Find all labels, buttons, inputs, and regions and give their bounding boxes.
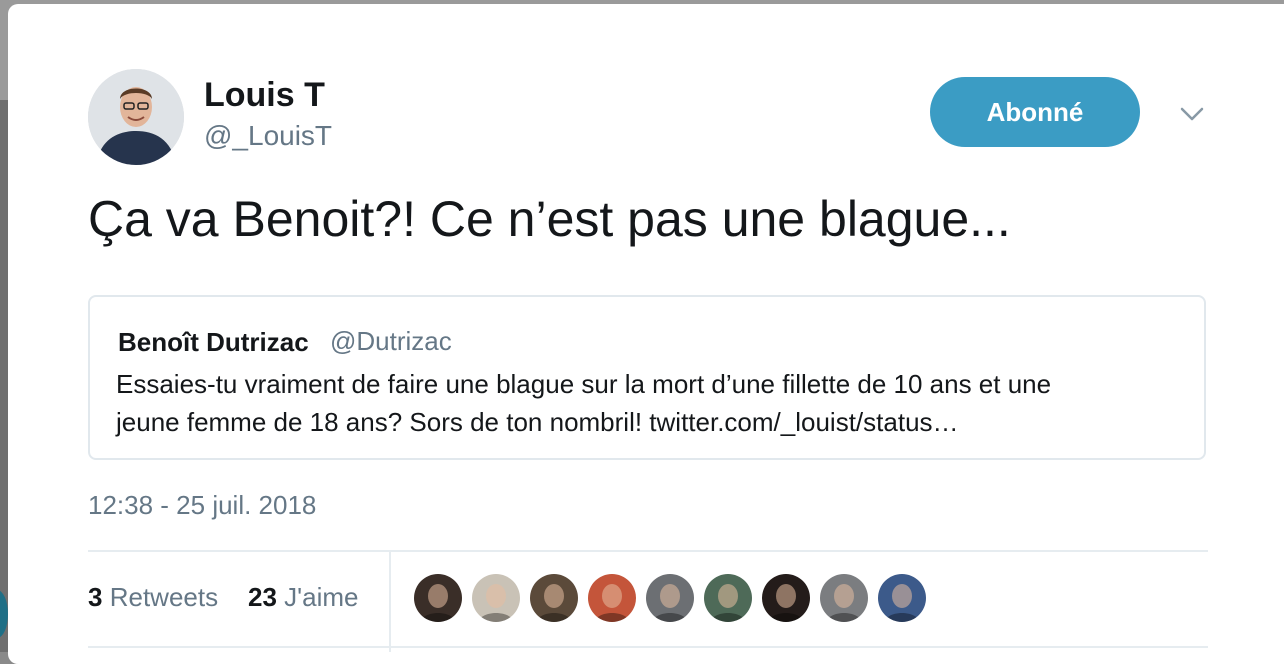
liker-avatar[interactable] <box>878 574 926 622</box>
stats-divider-bottom <box>88 646 1208 648</box>
liker-avatar[interactable] <box>820 574 868 622</box>
quoted-text-line-1: Essaies-tu vraiment de faire une blague … <box>116 369 1052 399</box>
liker-avatar[interactable] <box>646 574 694 622</box>
stats-divider-vertical <box>389 552 391 652</box>
likes-stat[interactable]: 23 J'aime <box>248 582 358 613</box>
tweet-timestamp[interactable]: 12:38 - 25 juil. 2018 <box>88 490 316 521</box>
quoted-text-line-2: jeune femme de 18 ans? Sors de ton nombr… <box>116 407 959 437</box>
quoted-tweet-text: Essaies-tu vraiment de faire une blague … <box>116 365 1176 441</box>
following-button[interactable]: Abonné <box>930 77 1140 147</box>
likes-label: J'aime <box>284 582 359 612</box>
stats-divider-top <box>88 550 1208 552</box>
retweets-stat[interactable]: 3 Retweets <box>88 582 218 613</box>
chevron-down-icon[interactable] <box>1178 100 1206 128</box>
tweet-text: Ça va Benoit?! Ce n’est pas une blague..… <box>88 191 1011 247</box>
quoted-author-handle: @Dutrizac <box>330 326 452 356</box>
author-avatar[interactable] <box>88 69 184 165</box>
liker-avatar[interactable] <box>414 574 462 622</box>
quoted-tweet[interactable]: Benoît Dutrizac @Dutrizac Essaies-tu vra… <box>88 295 1206 460</box>
likes-count: 23 <box>248 582 277 612</box>
author-handle[interactable]: @_LouisT <box>204 120 332 152</box>
retweets-count: 3 <box>88 582 103 612</box>
liker-avatar[interactable] <box>704 574 752 622</box>
liker-avatars <box>414 574 936 622</box>
liker-avatar[interactable] <box>530 574 578 622</box>
quoted-author-name: Benoît Dutrizac <box>118 327 309 357</box>
liker-avatar[interactable] <box>472 574 520 622</box>
liker-avatar[interactable] <box>588 574 636 622</box>
liker-avatar[interactable] <box>762 574 810 622</box>
retweets-label: Retweets <box>109 582 219 612</box>
author-name[interactable]: Louis T <box>204 76 325 115</box>
